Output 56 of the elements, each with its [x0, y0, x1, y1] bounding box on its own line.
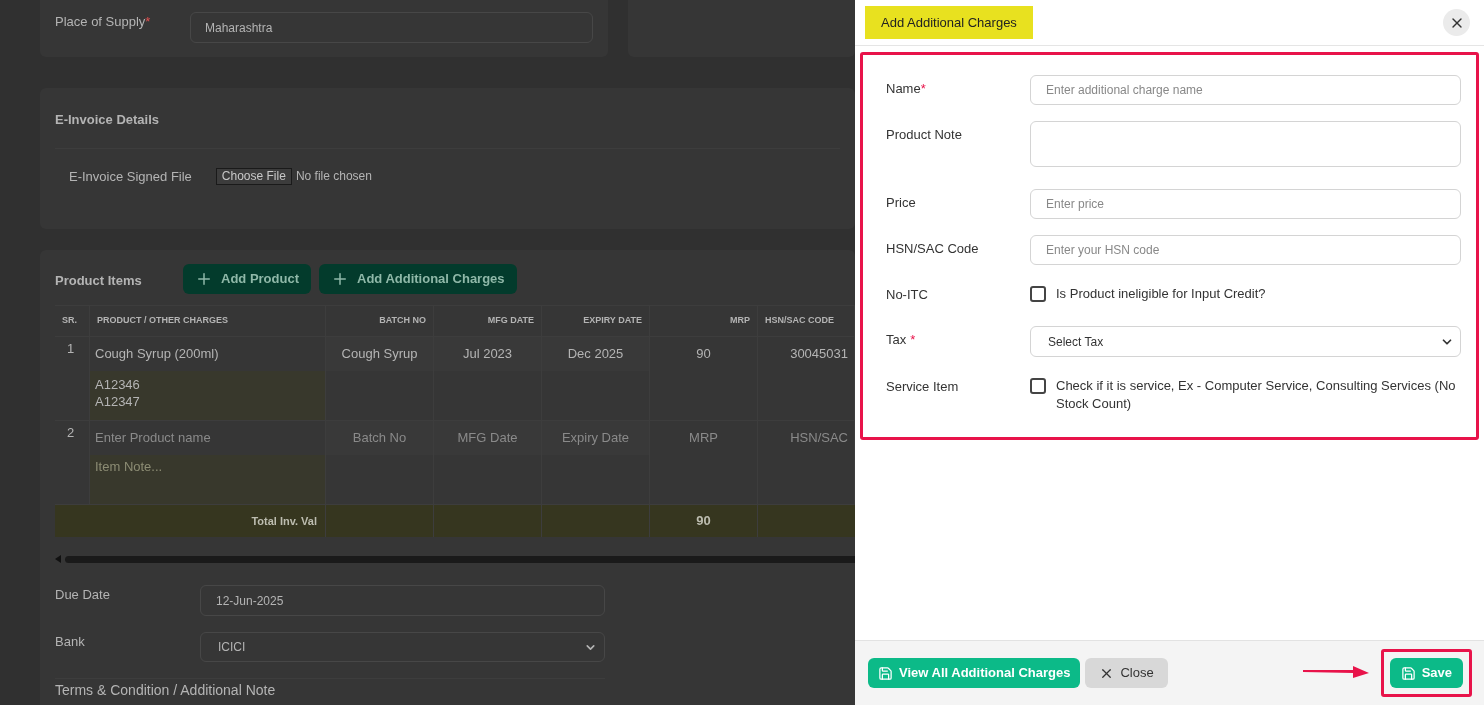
field-label: Place of Supply*	[55, 13, 152, 31]
checkbox-label: Check if it is service, Ex - Computer Service, Consulting Services (No Stock Count)	[1056, 377, 1457, 413]
plus-icon	[331, 270, 349, 288]
field-label: Price	[886, 193, 917, 212]
file-status: No file chosen	[295, 168, 372, 186]
dialog-title: Add Additional Charges	[865, 6, 1033, 39]
table-cell-text: 30045031	[789, 345, 849, 364]
checkbox-label: Is Product ineligible for Input Credit?	[1056, 284, 1266, 303]
section-title: E-Invoice Details	[55, 112, 160, 127]
field-label: No-ITC	[886, 285, 929, 304]
total-label: Total Inv. Val	[251, 513, 317, 529]
close-icon[interactable]	[1443, 9, 1470, 36]
choose-file-button[interactable]: Choose File	[215, 167, 292, 185]
bank-select[interactable]: ICICI	[200, 632, 605, 662]
field-label: E-Invoice Signed File	[69, 167, 192, 186]
note-field[interactable]: A12346 A12347	[90, 371, 325, 420]
column-header: PRODUCT / OTHER CHARGES	[97, 314, 228, 328]
add-button[interactable]: Add Product	[183, 264, 311, 294]
add-button[interactable]: Add Additional Charges	[319, 264, 517, 294]
field-label: Bank	[55, 633, 86, 651]
date-field[interactable]: 12-Jun-2025	[200, 585, 605, 616]
field-label: Product Note	[886, 126, 963, 144]
column-header: SR.	[62, 314, 77, 328]
field-label: Service Item	[886, 378, 960, 396]
tax-select[interactable]: Select Tax	[1030, 326, 1461, 357]
column-header: HSN/SAC CODE	[765, 314, 834, 328]
field-label: Tax *	[886, 331, 917, 349]
input-field[interactable]: Enter price	[1030, 188, 1461, 219]
checkbox[interactable]	[1030, 378, 1046, 394]
row-number: 1	[67, 341, 75, 356]
note-field[interactable]: Item Note...	[90, 455, 325, 504]
input-field[interactable]: Enter additional charge name	[1030, 75, 1461, 105]
total-value: 90	[696, 512, 711, 531]
checkbox[interactable]	[1030, 285, 1046, 302]
product-field[interactable]: Cough Syrup (200ml)	[90, 337, 325, 371]
input-field[interactable]: Maharashtra	[190, 12, 593, 43]
column-header: BATCH NO	[379, 314, 426, 328]
row-number: 2	[67, 425, 75, 440]
section-title: Terms & Condition / Additional Note	[55, 682, 276, 698]
field-label: HSN/SAC Code	[886, 239, 980, 258]
table-cell-text: 90	[695, 345, 712, 364]
scrollbar[interactable]	[65, 555, 855, 563]
plus-icon	[195, 270, 213, 288]
input-field[interactable]: Enter your HSN code	[1030, 234, 1461, 265]
section-title: Product Items	[55, 272, 143, 291]
save-icon	[1400, 665, 1416, 681]
table-cell[interactable]: MRP	[650, 421, 757, 455]
product-field[interactable]: Enter Product name	[90, 421, 325, 455]
field-label: Due Date	[55, 586, 111, 604]
table-cell[interactable]: HSN/SAC	[758, 421, 854, 455]
column-header: MFG DATE	[487, 314, 534, 328]
save-icon	[878, 665, 893, 681]
column-header: EXPIRY DATE	[583, 314, 642, 328]
close-button[interactable]: Close	[1085, 658, 1168, 688]
field-label: Name*	[886, 80, 927, 98]
column-header: MRP	[730, 314, 750, 328]
